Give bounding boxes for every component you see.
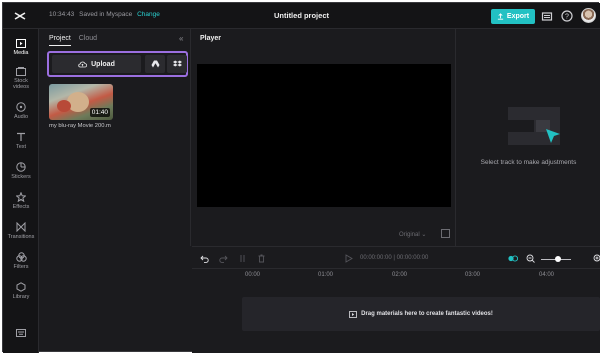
thumbnail-duration: 01:40	[89, 108, 110, 117]
media-icon	[349, 310, 358, 318]
zoom-slider-handle[interactable]	[555, 256, 561, 262]
rail-item-media[interactable]: Media	[3, 39, 39, 56]
rail-item-audio[interactable]: Audio	[3, 102, 39, 120]
top-bar: 10:34:43 Saved in Myspace Change Untitle…	[3, 3, 600, 29]
rail-label-filters: Filters	[13, 264, 29, 270]
media-icon	[16, 39, 26, 48]
player-title: Player	[200, 35, 222, 42]
media-panel: Project Cloud « Upload 01:40 my blu-ray …	[40, 29, 191, 246]
upload-label: Upload	[91, 60, 115, 68]
rail-label-library: Library	[12, 294, 30, 300]
ruler-tick: 01:00	[318, 272, 334, 278]
media-file-name: my blu-ray Movie 200.m	[49, 123, 111, 129]
rail-item-transitions[interactable]: Transitions	[3, 222, 39, 240]
properties-panel: Select track to make adjustments	[457, 29, 600, 246]
media-tabs: Project Cloud	[49, 35, 103, 46]
rail-item-effects[interactable]: Effects	[3, 192, 39, 210]
filters-icon	[15, 252, 27, 262]
left-rail: Media Stock videos Audio Text Stickers E…	[3, 29, 39, 353]
audio-icon	[16, 102, 26, 112]
magnet-icon[interactable]	[508, 254, 518, 263]
aspect-ratio-dropdown[interactable]: Original ⌄	[399, 231, 426, 238]
stickers-icon	[16, 162, 26, 172]
collapse-panel-icon[interactable]: «	[179, 34, 183, 43]
text-icon	[17, 132, 25, 141]
transitions-icon	[16, 222, 26, 232]
save-status: 10:34:43 Saved in Myspace Change	[49, 11, 160, 18]
rail-label-text: Text	[15, 144, 27, 150]
google-drive-icon	[151, 60, 159, 68]
zoom-out-icon[interactable]	[526, 254, 535, 263]
drop-hint: Drag materials here to create fantastic …	[361, 311, 493, 317]
redo-icon[interactable]	[219, 254, 228, 263]
select-track-illustration-icon	[508, 107, 560, 145]
editor-window: 10:34:43 Saved in Myspace Change Untitle…	[2, 2, 600, 353]
thumbnail-figure-small	[57, 100, 71, 112]
delete-icon[interactable]	[257, 254, 266, 263]
chevron-down-icon: ⌄	[421, 232, 427, 238]
save-time: 10:34:43	[49, 11, 75, 18]
rail-item-filters[interactable]: Filters	[3, 252, 39, 270]
library-icon	[16, 282, 26, 292]
undo-icon[interactable]	[200, 254, 209, 263]
project-title[interactable]: Untitled project	[274, 11, 329, 20]
change-link[interactable]: Change	[137, 11, 160, 18]
timecode: 00:00:00:00 | 00:00:00:00	[360, 255, 429, 261]
user-avatar[interactable]	[581, 8, 596, 23]
ruler-tick: 00:00	[245, 272, 261, 278]
tab-project[interactable]: Project	[49, 35, 71, 46]
dropbox-icon	[172, 60, 182, 67]
svg-text:?: ?	[565, 14, 569, 21]
tab-cloud[interactable]: Cloud	[79, 35, 97, 45]
timeline-drop-zone[interactable]: Drag materials here to create fantastic …	[242, 297, 600, 331]
saved-text: Saved in Myspace	[79, 11, 133, 18]
player-panel: Player Original ⌄	[192, 29, 456, 246]
export-icon	[497, 13, 504, 20]
media-thumbnail[interactable]: 01:40	[49, 84, 113, 120]
upload-button[interactable]: Upload	[52, 55, 141, 73]
effects-icon	[16, 192, 26, 202]
rail-item-stock-videos[interactable]: Stock videos	[3, 67, 39, 91]
ruler-tick: 04:00	[539, 272, 555, 278]
thumbnail-figure	[67, 92, 89, 112]
export-label: Export	[506, 13, 530, 20]
fullscreen-icon[interactable]	[441, 229, 450, 238]
rail-item-stickers[interactable]: Stickers	[3, 162, 39, 180]
rail-item-library[interactable]: Library	[3, 282, 39, 300]
zoom-in-icon[interactable]	[593, 254, 600, 263]
preview-screen[interactable]	[197, 64, 451, 207]
export-button[interactable]: Export	[491, 9, 535, 24]
rail-label-transitions: Transitions	[7, 234, 35, 240]
properties-message: Select track to make adjustments	[480, 159, 577, 166]
stock-videos-icon	[16, 67, 26, 76]
capcut-logo-icon[interactable]	[13, 9, 27, 23]
ruler-tick: 03:00	[465, 272, 481, 278]
help-icon[interactable]: ?	[561, 10, 573, 22]
dropbox-button[interactable]	[167, 55, 187, 73]
cloud-upload-icon	[78, 61, 88, 67]
rail-item-text[interactable]: Text	[3, 132, 39, 150]
rail-label-stickers: Stickers	[11, 174, 31, 180]
keyboard-shortcuts-icon[interactable]	[541, 10, 553, 22]
timeline-panel: 00:00:00:00 | 00:00:00:00 00:00 01:00 02…	[192, 246, 600, 353]
timeline-ruler[interactable]: 00:00 01:00 02:00 03:00 04:00	[192, 269, 600, 285]
keyboard-icon[interactable]	[16, 329, 26, 337]
rail-label-media: Media	[13, 50, 29, 56]
timeline-toolbar: 00:00:00:00 | 00:00:00:00	[192, 247, 600, 269]
ruler-tick: 02:00	[392, 272, 408, 278]
google-drive-button[interactable]	[145, 55, 165, 73]
rail-label-effects: Effects	[12, 204, 30, 210]
rail-label-stock-videos: Stock videos	[13, 78, 29, 91]
upload-highlight: Upload	[47, 51, 188, 77]
split-icon[interactable]	[238, 254, 247, 263]
aspect-ratio-label: Original	[399, 232, 420, 238]
rail-label-audio: Audio	[13, 114, 29, 120]
play-icon[interactable]	[344, 254, 353, 263]
